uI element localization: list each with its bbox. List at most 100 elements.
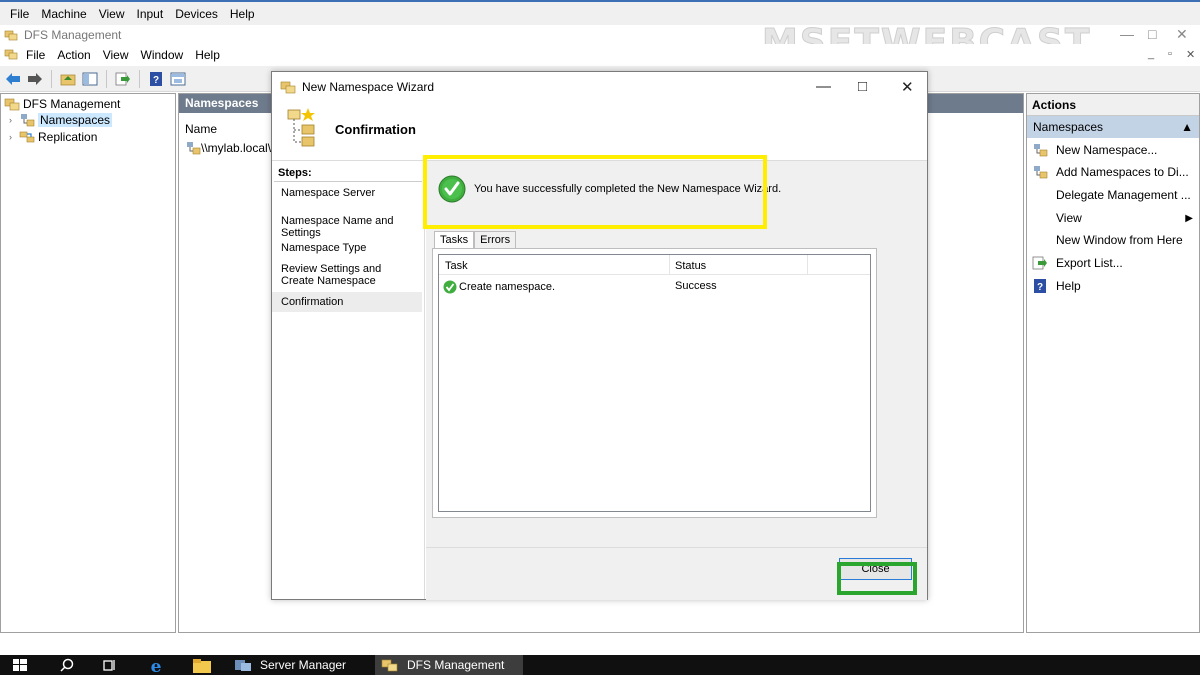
- tree-item-label: Replication: [38, 130, 98, 144]
- column-divider[interactable]: [669, 255, 670, 275]
- menu-action[interactable]: Action: [51, 48, 96, 62]
- wizard-page-heading: Confirmation: [335, 122, 416, 137]
- highlight-box-close: [837, 562, 917, 595]
- success-check-icon: [443, 280, 457, 294]
- mmc-menu-bar: File Action View Window Help: [0, 44, 1200, 66]
- file-explorer-icon[interactable]: [192, 655, 216, 675]
- step-confirmation: Confirmation: [272, 292, 422, 312]
- step-review-settings: Review Settings and Create Namespace: [281, 263, 382, 287]
- column-header-task[interactable]: Task: [445, 260, 468, 272]
- internet-explorer-icon[interactable]: e: [146, 655, 170, 675]
- menu-file[interactable]: File: [20, 48, 51, 62]
- inner-restore-button[interactable]: ▫: [1168, 48, 1172, 60]
- server-manager-icon: [235, 660, 251, 671]
- toolbar-separator: [51, 69, 52, 88]
- action-new-window[interactable]: New Window from Here: [1027, 229, 1199, 251]
- vm-menu-machine[interactable]: Machine: [35, 7, 92, 21]
- step-namespace-name-settings: Namespace Name and Settings: [281, 215, 394, 239]
- inner-minimize-button[interactable]: _: [1148, 48, 1154, 60]
- back-arrow-icon[interactable]: [4, 70, 22, 88]
- task-status: Success: [675, 280, 717, 292]
- close-window-button[interactable]: ✕: [1176, 26, 1188, 43]
- action-label: Add Namespaces to Di...: [1056, 165, 1189, 179]
- action-label: Export List...: [1056, 256, 1123, 270]
- help-icon[interactable]: ?: [147, 70, 165, 88]
- mmc-window-title: DFS Management: [24, 27, 122, 42]
- tree-item-namespaces[interactable]: › Namespaces: [9, 112, 113, 128]
- action-label: View: [1056, 211, 1082, 225]
- action-new-namespace[interactable]: New Namespace...: [1027, 139, 1199, 161]
- step-namespace-server: Namespace Server: [281, 187, 376, 199]
- wizard-header: Confirmation: [272, 102, 927, 160]
- show-hide-tree-icon[interactable]: [81, 70, 99, 88]
- namespace-icon: [187, 142, 201, 155]
- namespace-row[interactable]: \\mylab.local\s: [185, 141, 277, 155]
- wizard-steps-panel: Steps: Namespace Server Namespace Name a…: [272, 160, 425, 599]
- vm-menu-file[interactable]: File: [4, 7, 35, 21]
- action-label: New Window from Here: [1056, 233, 1183, 247]
- properties-icon[interactable]: [169, 70, 187, 88]
- console-tree: DFS Management › Namespaces › Replicatio…: [0, 93, 176, 633]
- tab-errors[interactable]: Errors: [474, 231, 517, 249]
- steps-divider: [274, 181, 422, 182]
- taskbar-app-server-manager[interactable]: Server Manager: [228, 655, 368, 675]
- restore-button[interactable]: □: [1148, 26, 1156, 42]
- new-namespace-icon: [1031, 143, 1049, 157]
- submenu-arrow-icon: ▶: [1185, 212, 1193, 224]
- namespace-icon: [21, 114, 35, 127]
- collapse-up-icon[interactable]: ▲: [1181, 120, 1193, 134]
- vm-menu-input[interactable]: Input: [131, 7, 170, 21]
- svg-text:?: ?: [153, 75, 159, 86]
- task-view-icon[interactable]: [102, 655, 122, 675]
- column-header-name[interactable]: Name: [185, 122, 217, 136]
- taskbar: e Server Manager DFS Management: [0, 655, 1200, 675]
- column-divider[interactable]: [807, 255, 808, 275]
- actions-header: Actions: [1027, 94, 1199, 116]
- vm-menu-help[interactable]: Help: [224, 7, 261, 21]
- inner-close-button[interactable]: ✕: [1186, 48, 1195, 61]
- wizard-minimize-button[interactable]: —: [816, 78, 831, 95]
- vm-menu-view[interactable]: View: [93, 7, 131, 21]
- taskbar-app-dfs-management[interactable]: DFS Management: [375, 655, 523, 675]
- tasks-tab-panel: Task Status Create namespace. Success: [432, 248, 877, 518]
- windows-start-icon[interactable]: [12, 655, 34, 675]
- expand-arrow-icon[interactable]: ›: [9, 115, 19, 125]
- actions-pane: Actions Namespaces ▲ New Namespace... Ad…: [1026, 93, 1200, 633]
- minimize-button[interactable]: —: [1120, 26, 1134, 42]
- action-help[interactable]: ? Help: [1027, 275, 1199, 297]
- toolbar-separator: [139, 69, 140, 88]
- tab-tasks[interactable]: Tasks: [434, 231, 475, 249]
- vm-menu-devices[interactable]: Devices: [169, 7, 224, 21]
- menu-help[interactable]: Help: [189, 48, 226, 62]
- action-add-namespaces[interactable]: Add Namespaces to Di...: [1027, 161, 1199, 183]
- tasks-grid: Task Status Create namespace. Success: [438, 254, 871, 512]
- export-list-icon: [1031, 256, 1049, 270]
- dfs-management-icon: [4, 98, 20, 111]
- wizard-close-button[interactable]: ✕: [901, 78, 914, 96]
- column-header-status[interactable]: Status: [675, 260, 706, 272]
- export-icon[interactable]: [114, 70, 132, 88]
- result-tabs: Tasks Errors: [434, 231, 517, 249]
- replication-icon: [19, 131, 35, 143]
- action-label: Delegate Management ...: [1056, 188, 1191, 202]
- search-icon[interactable]: [60, 655, 80, 675]
- tree-item-dfs-management[interactable]: DFS Management: [4, 96, 120, 112]
- expand-arrow-icon[interactable]: ›: [9, 132, 19, 142]
- action-view[interactable]: View ▶: [1027, 207, 1199, 229]
- tree-item-replication[interactable]: › Replication: [9, 129, 97, 145]
- mmc-app-icon[interactable]: [2, 48, 20, 63]
- table-row[interactable]: Create namespace. Success: [439, 277, 870, 295]
- up-folder-icon[interactable]: [59, 70, 77, 88]
- actions-section-namespaces[interactable]: Namespaces ▲: [1027, 116, 1199, 138]
- forward-arrow-icon[interactable]: [26, 70, 44, 88]
- menu-window[interactable]: Window: [135, 48, 190, 62]
- wizard-title: New Namespace Wizard: [302, 80, 435, 94]
- task-name: Create namespace.: [459, 281, 555, 293]
- menu-view[interactable]: View: [97, 48, 135, 62]
- wizard-maximize-button[interactable]: □: [858, 78, 867, 95]
- action-delegate-management[interactable]: Delegate Management ...: [1027, 184, 1199, 206]
- namespace-wizard-icon: [287, 108, 315, 147]
- add-namespace-icon: [1031, 165, 1049, 179]
- tree-root-label: DFS Management: [23, 97, 121, 111]
- action-export-list[interactable]: Export List...: [1027, 252, 1199, 274]
